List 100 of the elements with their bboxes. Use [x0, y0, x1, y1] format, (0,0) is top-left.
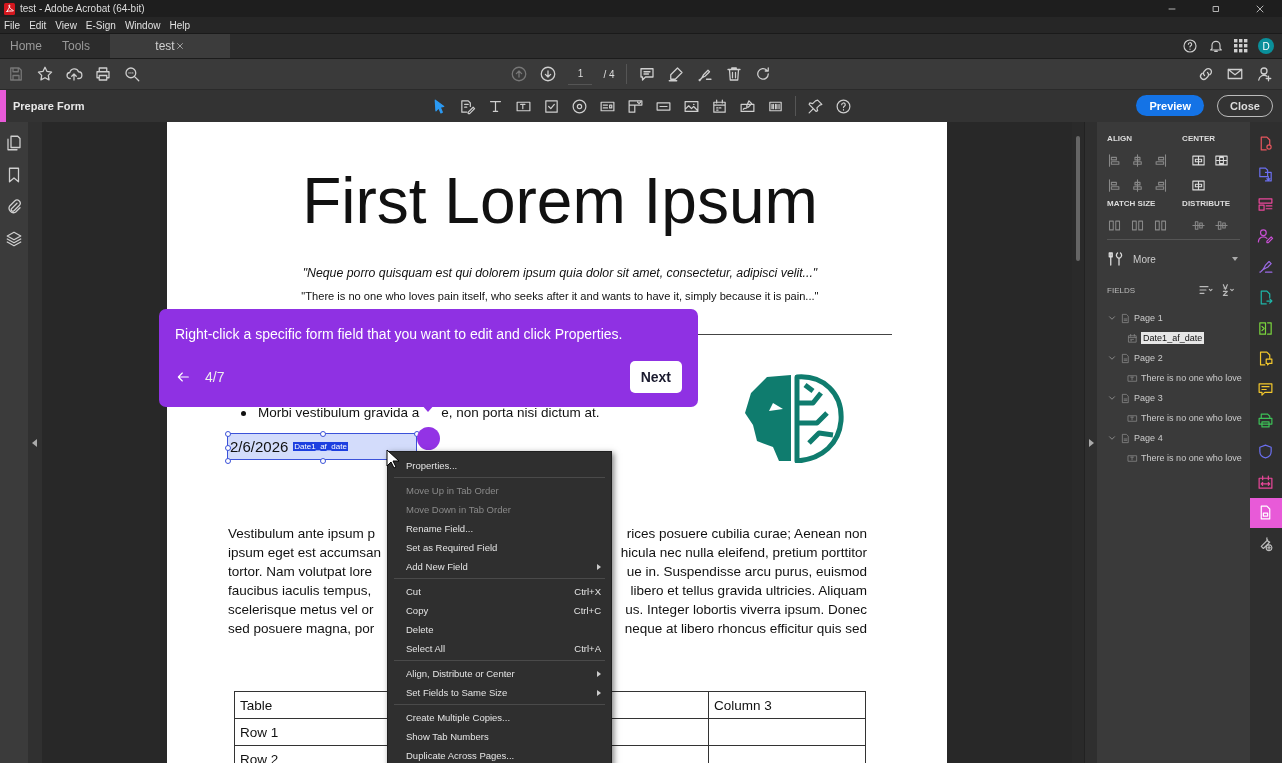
next-button[interactable]: Next — [629, 361, 682, 393]
layers-icon[interactable] — [5, 230, 23, 248]
expand-chevron-icon[interactable] — [1107, 353, 1118, 363]
apps-grid-icon[interactable] — [1234, 39, 1248, 53]
menu-item[interactable]: Help — [169, 19, 191, 31]
menu-item[interactable]: File — [4, 19, 21, 31]
paperclip-icon[interactable] — [5, 198, 23, 216]
menu-item[interactable]: Edit — [29, 19, 47, 31]
distribute-vertical-icon[interactable] — [1214, 218, 1230, 233]
save-icon[interactable] — [7, 65, 25, 83]
tree-item[interactable]: There is no one who love — [1141, 373, 1242, 383]
calendar-icon[interactable] — [710, 97, 728, 115]
calendar-icon[interactable] — [1257, 473, 1275, 491]
tree-item[interactable]: Page 3 — [1134, 393, 1163, 403]
document-comment-icon[interactable] — [1257, 350, 1275, 368]
match-height-icon[interactable] — [1130, 218, 1146, 233]
menu-item[interactable]: Cut Ctrl+X — [388, 582, 611, 601]
dropdown-caret-icon[interactable] — [1232, 257, 1238, 261]
center-horizontal-icon[interactable] — [1191, 153, 1207, 168]
pages-icon[interactable] — [5, 134, 23, 152]
add-user-icon[interactable] — [1255, 65, 1273, 83]
comment-icon[interactable] — [637, 65, 656, 83]
menu-item[interactable]: Duplicate Across Pages... — [388, 746, 611, 763]
radio-button-icon[interactable] — [570, 97, 588, 115]
help-icon[interactable] — [834, 97, 852, 115]
menu-item[interactable]: Add New Field — [388, 557, 611, 576]
page-number-field[interactable]: 1 — [568, 63, 593, 85]
collapse-handle-icon[interactable] — [32, 439, 38, 447]
tab[interactable]: Tools — [52, 34, 101, 58]
tool-button[interactable] — [1250, 497, 1282, 529]
align-left-icon[interactable] — [1107, 153, 1123, 168]
comment-icon[interactable] — [1257, 381, 1275, 399]
center-both-icon[interactable] — [1191, 178, 1207, 193]
align-bottom-icon[interactable] — [1153, 178, 1169, 193]
tree-item[interactable]: Page 2 — [1134, 353, 1163, 363]
bell-icon[interactable] — [1208, 38, 1224, 54]
menu-item[interactable]: Delete — [388, 620, 611, 639]
section-label: DISTRIBUTE — [1182, 199, 1231, 208]
step-counter: 4/7 — [205, 369, 225, 385]
tree-item[interactable]: Page 1 — [1134, 313, 1163, 323]
align-right-icon[interactable] — [1153, 153, 1169, 168]
menu-item[interactable]: Window — [124, 19, 161, 31]
menu-item[interactable]: Copy Ctrl+C — [388, 601, 611, 620]
close-tab-icon[interactable] — [174, 41, 185, 51]
page-icon — [1120, 392, 1132, 404]
sort-alphabetical-icon[interactable] — [1220, 282, 1236, 298]
previous-page-icon[interactable] — [510, 65, 529, 83]
shield-icon[interactable] — [1257, 442, 1275, 460]
tree-item[interactable]: There is no one who love — [1141, 453, 1242, 463]
preview-button[interactable]: Preview — [1136, 95, 1205, 116]
align-top-icon[interactable] — [1107, 178, 1123, 193]
center-vertical-icon[interactable] — [1214, 153, 1230, 168]
back-arrow-icon[interactable] — [175, 369, 191, 385]
menu-item[interactable]: E-Sign — [85, 19, 116, 31]
tree-item[interactable]: Date1_af_date — [1141, 332, 1205, 344]
compare-icon[interactable] — [1257, 319, 1275, 337]
edit-form-icon[interactable] — [458, 97, 476, 115]
quote-translation: "There is no one who loves pain itself, who seeks after it and wants to have it, simply because it is pain..." — [300, 289, 820, 304]
layout-icon[interactable] — [1257, 196, 1275, 214]
signature-icon[interactable] — [738, 97, 756, 115]
pen-icon[interactable] — [1257, 258, 1275, 276]
trash-icon[interactable] — [724, 65, 743, 83]
tree-item[interactable]: There is no one who love — [1141, 413, 1242, 423]
match-width-icon[interactable] — [1107, 218, 1123, 233]
star-icon[interactable] — [36, 65, 54, 83]
paragraph-text: libero et tellus gravida ultricies. Aliquam — [630, 582, 867, 600]
user-pen-icon[interactable] — [1257, 227, 1275, 245]
printer-icon[interactable] — [1257, 412, 1275, 430]
highlighter-icon[interactable] — [666, 65, 685, 83]
link-icon[interactable] — [1197, 65, 1215, 83]
tree-item[interactable]: Page 4 — [1134, 433, 1163, 443]
scrollbar-thumb[interactable] — [1076, 136, 1081, 261]
next-page-icon[interactable] — [539, 65, 558, 83]
account-avatar[interactable]: D — [1258, 38, 1274, 54]
menu-item[interactable]: Select All Ctrl+A — [388, 639, 611, 658]
menu-item[interactable]: Align, Distribute or Center — [388, 664, 611, 683]
pin-icon[interactable] — [806, 97, 824, 115]
menu-item[interactable]: Rename Field... — [388, 519, 611, 538]
tab[interactable]: Home — [0, 34, 52, 58]
text-field-icon — [1127, 412, 1139, 424]
section-label: FIELDS — [1107, 285, 1137, 295]
tool-accent-bar — [0, 90, 6, 122]
menu-item[interactable]: Set as Required Field — [388, 538, 611, 557]
expand-chevron-icon[interactable] — [1107, 433, 1118, 443]
export-icon[interactable] — [1257, 165, 1275, 183]
dropdown-icon[interactable] — [626, 97, 644, 115]
distribute-horizontal-icon[interactable] — [1191, 218, 1207, 233]
more-label[interactable]: More — [1133, 253, 1156, 265]
menu-item[interactable]: View — [55, 19, 77, 31]
document-tab[interactable]: test — [110, 34, 231, 58]
collapse-handle-icon[interactable] — [1088, 439, 1094, 447]
help-icon[interactable] — [1182, 38, 1198, 54]
checkbox-icon[interactable] — [542, 97, 560, 115]
expand-chevron-icon[interactable] — [1107, 393, 1118, 403]
expand-chevron-icon[interactable] — [1107, 313, 1118, 323]
printer-icon[interactable] — [94, 65, 112, 83]
cloud-upload-icon[interactable] — [65, 65, 83, 83]
match-both-icon[interactable] — [1153, 218, 1169, 233]
mouse-cursor-icon — [386, 449, 400, 469]
zoom-icon[interactable] — [123, 65, 141, 83]
